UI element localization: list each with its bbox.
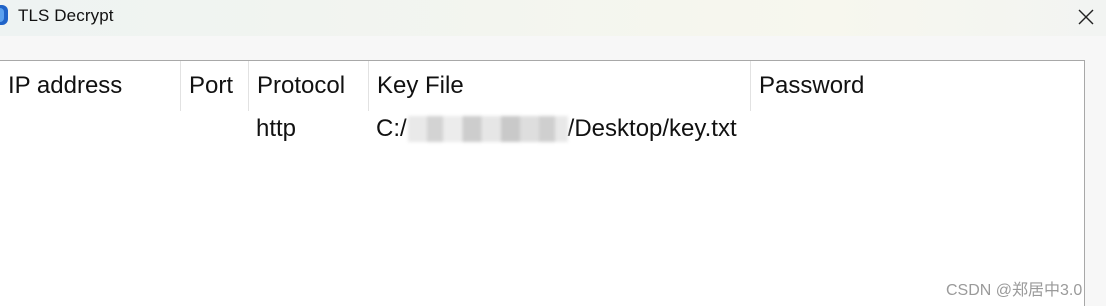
cell-key-file[interactable]: C:/ /Desktop/key.txt xyxy=(369,111,751,147)
table-row[interactable]: http C:/ /Desktop/key.txt xyxy=(0,111,1084,147)
column-header-port[interactable]: Port xyxy=(181,61,249,111)
cell-password[interactable] xyxy=(751,111,1084,147)
key-file-path-prefix: C:/ xyxy=(376,115,407,142)
app-icon xyxy=(0,5,8,25)
watermark-text: CSDN @郑居中3.0 xyxy=(946,282,1083,299)
cell-port[interactable] xyxy=(181,111,249,147)
cell-ip-address[interactable] xyxy=(0,111,181,147)
title-bar: TLS Decrypt xyxy=(0,0,1106,36)
table-header: IP address Port Protocol Key File Passwo… xyxy=(0,61,1084,111)
keys-table[interactable]: IP address Port Protocol Key File Passwo… xyxy=(0,60,1085,306)
column-header-protocol[interactable]: Protocol xyxy=(249,61,369,111)
column-header-ip-address[interactable]: IP address xyxy=(0,61,181,111)
close-button[interactable] xyxy=(1066,0,1106,34)
cell-protocol[interactable]: http xyxy=(249,111,369,147)
close-icon xyxy=(1078,9,1094,25)
column-header-key-file[interactable]: Key File xyxy=(369,61,751,111)
window-title: TLS Decrypt xyxy=(18,6,114,25)
key-file-path-suffix: /Desktop/key.txt xyxy=(567,115,737,142)
column-header-password[interactable]: Password xyxy=(751,61,1084,111)
redacted-username-block xyxy=(407,116,568,142)
dialog-content: IP address Port Protocol Key File Passwo… xyxy=(0,36,1106,306)
